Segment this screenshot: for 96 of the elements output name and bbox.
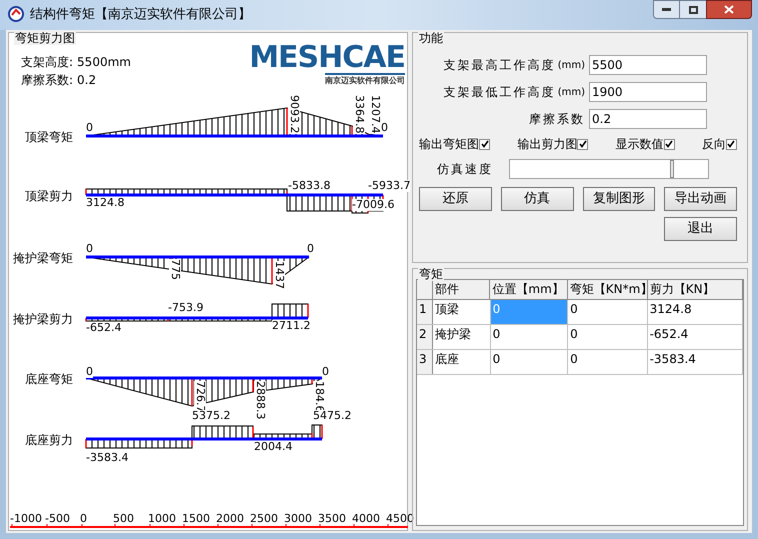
column-header[interactable]: 位置【mm】 (490, 280, 568, 299)
close-button[interactable] (706, 0, 752, 19)
info-value: 0.2 (77, 72, 96, 89)
action-button[interactable]: 仿真 (500, 187, 574, 211)
row-header[interactable]: 3 (417, 350, 433, 374)
row-header[interactable]: 2 (417, 325, 433, 349)
axis-tick-label: 3500 (318, 513, 346, 525)
action-button[interactable]: 退出 (664, 217, 737, 241)
value-label: 1207.4 (369, 95, 381, 134)
unit-label: (mm) (558, 86, 585, 100)
panel-title: 功能 (418, 31, 444, 45)
info-label: 摩擦系数: (21, 72, 74, 89)
checkbox[interactable] (577, 138, 588, 150)
app-logo-icon (8, 6, 24, 22)
info-value: 5500mm (77, 54, 131, 71)
axis-tick-label: -1000 (10, 513, 42, 525)
column-header[interactable]: 弯矩【KN*m】 (568, 280, 648, 299)
table-cell[interactable]: 0 (568, 325, 648, 349)
value-label: 0 (381, 122, 388, 134)
logo-wordmark: MESHCAE (249, 43, 405, 73)
axis-tick-label: 500 (113, 513, 134, 525)
diagram-label: 底座剪力 (25, 432, 73, 449)
diagram-label: 顶梁剪力 (25, 188, 73, 205)
checkbox-label: 显示数值 (616, 136, 664, 153)
axis-tick-label: 1500 (182, 513, 210, 525)
maximize-button[interactable] (680, 0, 706, 19)
checkbox[interactable] (726, 138, 737, 150)
value-label: 775 (169, 259, 181, 280)
value-label: 5475.2 (313, 410, 352, 422)
input-field[interactable]: 5500 (589, 55, 707, 75)
diagram-label: 掩护梁弯矩 (13, 250, 73, 267)
input-field[interactable]: 0.2 (589, 109, 707, 129)
value-label: 0 (322, 366, 329, 378)
action-button[interactable]: 复制图形 (582, 187, 656, 211)
value-label: 2711.2 (272, 320, 310, 332)
panel-title: 弯矩 (418, 267, 444, 281)
axis-tick-label: 0 (80, 513, 87, 525)
slider-thumb[interactable] (670, 160, 674, 178)
value-label: -652.4 (86, 322, 122, 334)
table-cell[interactable]: 底座 (432, 350, 491, 374)
window-title: 结构件弯矩【南京迈实软件有限公司】 (30, 6, 251, 24)
axis-tick-label: -500 (45, 513, 70, 525)
value-label: 3364.8 (353, 95, 365, 134)
checkbox-label: 输出弯矩图 (419, 136, 479, 153)
axis-tick-label: 3000 (284, 513, 312, 525)
input-field[interactable]: 1900 (589, 82, 707, 102)
table-cell[interactable]: 3124.8 (648, 300, 743, 324)
axis-tick-label: 2000 (216, 513, 244, 525)
value-label: 9093.2 (288, 95, 300, 134)
logo-subtitle: 南京迈实软件有限公司 (325, 73, 405, 86)
speed-slider[interactable] (509, 159, 709, 179)
value-label: 1437 (273, 261, 285, 289)
column-header[interactable]: 部件 (432, 280, 490, 299)
value-label: 2888.3 (254, 381, 266, 420)
value-label: -5833.8 (288, 180, 330, 192)
value-label: 3124.8 (86, 197, 124, 209)
diagram-label: 顶梁弯矩 (25, 129, 73, 146)
info-label: 支架高度: (21, 54, 74, 71)
field-label: 摩擦系数 (529, 111, 585, 128)
value-label: -7009.6 (352, 199, 394, 211)
axis-tick-label: 1000 (148, 513, 176, 525)
value-label: 0 (86, 366, 93, 378)
axis-tick-label: 4000 (352, 513, 380, 525)
value-label: -5933.7 (368, 180, 410, 192)
speed-label: 仿真速度 (436, 161, 494, 178)
checkbox[interactable] (664, 138, 675, 150)
table-cell[interactable]: 0 (568, 350, 648, 374)
checkbox-label: 输出剪力图 (517, 136, 578, 153)
field-label: 支架最低工作高度 (444, 84, 556, 101)
value-label: 5375.2 (192, 410, 230, 422)
checkbox-label: 反向 (702, 136, 726, 153)
action-button[interactable]: 还原 (419, 187, 492, 211)
close-icon (724, 5, 734, 14)
panel-title: 弯矩剪力图 (14, 31, 76, 45)
table-cell[interactable]: 0 (490, 325, 568, 349)
field-label: 支架最高工作高度 (444, 57, 556, 74)
diagram-label: 底座弯矩 (25, 371, 73, 388)
value-label: 0 (86, 243, 93, 255)
value-label: 0 (86, 122, 93, 134)
table-cell[interactable]: 0 (490, 350, 568, 374)
value-label: -753.9 (168, 302, 204, 314)
axis-tick-label: 2500 (250, 513, 278, 525)
row-header[interactable]: 1 (417, 300, 433, 324)
table-cell[interactable]: -3583.4 (648, 350, 743, 374)
table-cell[interactable]: -652.4 (648, 325, 743, 349)
unit-label: (mm) (558, 58, 585, 72)
value-label: 0 (307, 243, 314, 255)
diagram-label: 掩护梁剪力 (13, 311, 73, 328)
action-button[interactable]: 导出动画 (664, 187, 737, 211)
table-cell[interactable]: 掩护梁 (432, 325, 491, 349)
column-header[interactable]: 剪力【KN】 (648, 280, 744, 299)
value-label: 2004.4 (254, 441, 292, 453)
value-label: -3583.4 (86, 452, 128, 464)
checkbox[interactable] (479, 138, 490, 150)
table-cell[interactable]: 0 (568, 300, 648, 324)
minimize-button[interactable] (653, 0, 680, 19)
